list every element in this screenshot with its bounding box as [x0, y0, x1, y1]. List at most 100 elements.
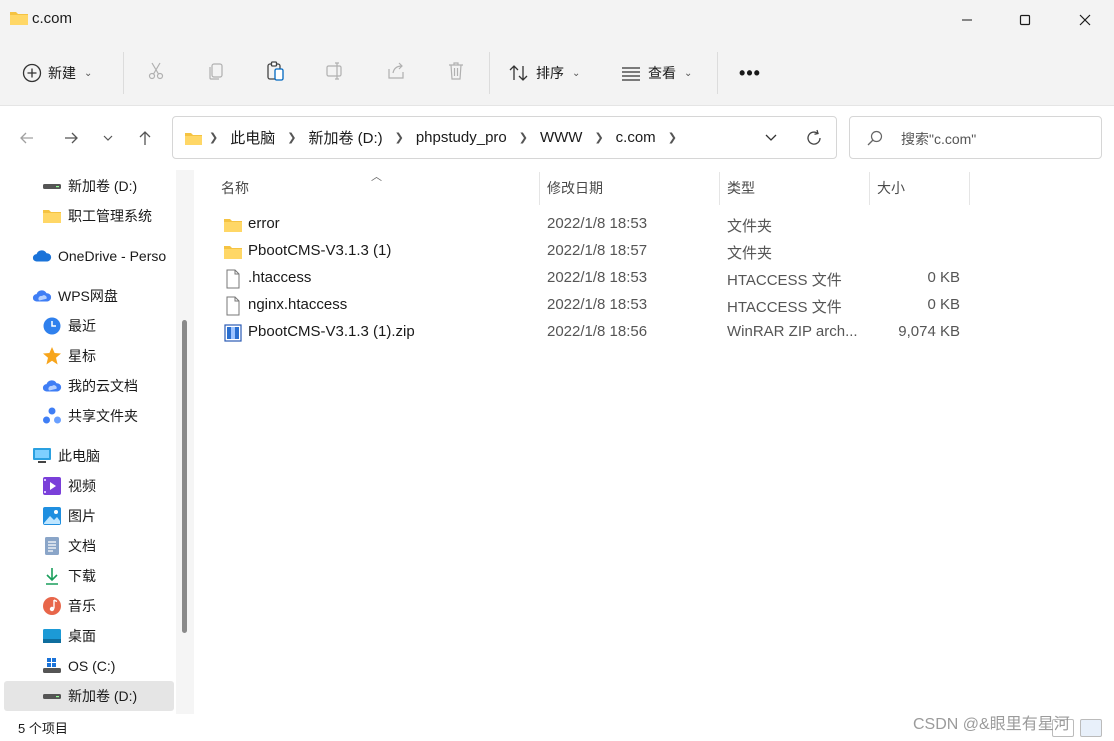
drive-icon — [42, 686, 62, 706]
chevron-right-icon: ❯ — [287, 132, 297, 144]
file-name: nginx.htaccess — [248, 296, 348, 313]
cloud-doc-icon — [42, 376, 62, 396]
sidebar-item-label: WPS网盘 — [58, 288, 118, 304]
desktop-icon — [42, 626, 62, 646]
table-row[interactable]: PbootCMS-V3.1.3 (1).zip 2022/1/8 18:56 W… — [214, 320, 974, 346]
sidebar-item-documents[interactable]: 文档 — [4, 531, 174, 561]
sidebar-item-label: 共享文件夹 — [68, 408, 138, 424]
breadcrumb-item[interactable]: 新加卷 (D:) — [308, 127, 382, 148]
sidebar-item-label: OneDrive - Perso — [58, 248, 167, 264]
view-button[interactable]: 查看 ⌄ — [620, 58, 692, 88]
paste-button[interactable] — [265, 60, 287, 82]
search-input[interactable]: 搜索"c.com" — [901, 129, 976, 149]
chevron-down-icon — [765, 134, 777, 141]
forward-button[interactable] — [58, 126, 84, 150]
sidebar-item-recent[interactable]: 最近 — [4, 311, 174, 341]
table-row[interactable]: error 2022/1/8 18:53 文件夹 — [214, 212, 974, 238]
sort-button[interactable]: 排序 ⌄ — [508, 58, 580, 88]
sidebar-item-videos[interactable]: 视频 — [4, 471, 174, 501]
close-icon — [1079, 14, 1091, 26]
column-divider[interactable] — [539, 172, 540, 205]
search-icon — [867, 130, 883, 146]
sidebar-item-drive-d[interactable]: 新加卷 (D:) — [4, 171, 174, 201]
back-button[interactable] — [14, 126, 40, 150]
sort-icon — [509, 65, 528, 81]
rename-icon — [326, 62, 342, 80]
column-header-modified[interactable]: 修改日期 — [547, 170, 603, 205]
copy-icon — [209, 63, 223, 80]
picture-icon — [42, 506, 62, 526]
sidebar-item-desktop[interactable]: 桌面 — [4, 621, 174, 651]
column-divider[interactable] — [869, 172, 870, 205]
table-row[interactable]: PbootCMS-V3.1.3 (1) 2022/1/8 18:57 文件夹 — [214, 239, 974, 265]
sidebar-item-staff-system[interactable]: 职工管理系统 — [4, 201, 174, 231]
column-header-name[interactable]: 名称 — [221, 170, 249, 205]
file-name: .htaccess — [248, 269, 312, 286]
column-divider[interactable] — [719, 172, 720, 205]
large-icons-view-button[interactable] — [1080, 719, 1102, 737]
chevron-down-icon: ⌄ — [84, 67, 93, 79]
chevron-down-icon — [103, 135, 113, 141]
sidebar-item-onedrive[interactable]: OneDrive - Perso — [4, 241, 174, 271]
share-button[interactable] — [385, 60, 407, 82]
maximize-button[interactable] — [996, 0, 1054, 40]
recent-locations-button[interactable] — [98, 126, 118, 150]
sidebar-item-pictures[interactable]: 图片 — [4, 501, 174, 531]
sidebar-item-music[interactable]: 音乐 — [4, 591, 174, 621]
minimize-button[interactable] — [938, 0, 996, 40]
arrow-right-icon — [65, 132, 78, 144]
sidebar-item-starred[interactable]: 星标 — [4, 341, 174, 371]
cut-button[interactable] — [145, 60, 167, 82]
file-type: HTACCESS 文件 — [727, 272, 842, 289]
column-divider[interactable] — [969, 172, 970, 205]
file-date: 2022/1/8 18:53 — [547, 296, 648, 313]
column-header-type[interactable]: 类型 — [727, 170, 755, 205]
sidebar-item-label: 新加卷 (D:) — [68, 688, 138, 704]
address-bar[interactable]: ❯ 此电脑 ❯ 新加卷 (D:) ❯ phpstudy_pro ❯ WWW ❯ … — [172, 116, 837, 159]
address-history-button[interactable] — [761, 129, 781, 147]
sidebar-scrollbar-thumb[interactable] — [182, 320, 187, 633]
onedrive-icon — [32, 246, 52, 266]
sidebar-item-downloads[interactable]: 下载 — [4, 561, 174, 591]
file-date: 2022/1/8 18:53 — [547, 215, 648, 232]
sidebar-item-wps-cloud[interactable]: WPS网盘 — [4, 281, 174, 311]
refresh-button[interactable] — [803, 127, 825, 149]
folder-icon — [223, 215, 243, 235]
column-header-size[interactable]: 大小 — [877, 170, 905, 205]
more-options-button[interactable]: ••• — [735, 58, 765, 88]
sidebar-item-drive-c[interactable]: OS (C:) — [4, 651, 174, 681]
sidebar-item-shared[interactable]: 共享文件夹 — [4, 401, 174, 431]
up-button[interactable] — [132, 126, 158, 150]
rename-button[interactable] — [325, 60, 347, 82]
file-date: 2022/1/8 18:57 — [547, 242, 648, 259]
window-title: c.com — [32, 10, 73, 27]
clock-icon — [42, 316, 62, 336]
breadcrumb-item[interactable]: c.com — [616, 129, 656, 146]
new-button[interactable]: 新建 ⌄ — [22, 58, 92, 88]
new-button-label: 新建 — [48, 65, 76, 81]
sidebar-item-label: 新加卷 (D:) — [68, 178, 138, 194]
sort-ascending-icon: ︿ — [371, 171, 382, 183]
breadcrumb-item[interactable]: 此电脑 — [230, 127, 275, 148]
search-box[interactable]: 搜索"c.com" — [849, 116, 1102, 159]
sidebar-item-cloud-docs[interactable]: 我的云文档 — [4, 371, 174, 401]
file-type: WinRAR ZIP arch... — [727, 323, 858, 340]
file-size: 0 KB — [927, 269, 960, 286]
sort-label: 排序 — [536, 65, 564, 81]
chevron-right-icon: ❯ — [667, 132, 677, 144]
breadcrumb-item[interactable]: WWW — [540, 129, 582, 146]
sidebar-item-this-pc[interactable]: 此电脑 — [4, 441, 174, 471]
file-date: 2022/1/8 18:53 — [547, 269, 648, 286]
video-icon — [42, 476, 62, 496]
table-row[interactable]: .htaccess 2022/1/8 18:53 HTACCESS 文件 0 K… — [214, 266, 974, 292]
close-button[interactable] — [1056, 0, 1114, 40]
sidebar-item-label: 文档 — [68, 538, 96, 554]
view-label: 查看 — [648, 65, 676, 81]
command-bar: 新建 ⌄ 排序 ⌄ 查看 ⌄ ••• — [0, 40, 1114, 106]
breadcrumb-item[interactable]: phpstudy_pro — [416, 129, 507, 146]
delete-button[interactable] — [445, 60, 467, 82]
watermark: CSDN @&眼里有星河 — [913, 716, 1070, 733]
table-row[interactable]: nginx.htaccess 2022/1/8 18:53 HTACCESS 文… — [214, 293, 974, 319]
sidebar-item-drive-d-selected[interactable]: 新加卷 (D:) — [4, 681, 174, 711]
copy-button[interactable] — [205, 60, 227, 82]
